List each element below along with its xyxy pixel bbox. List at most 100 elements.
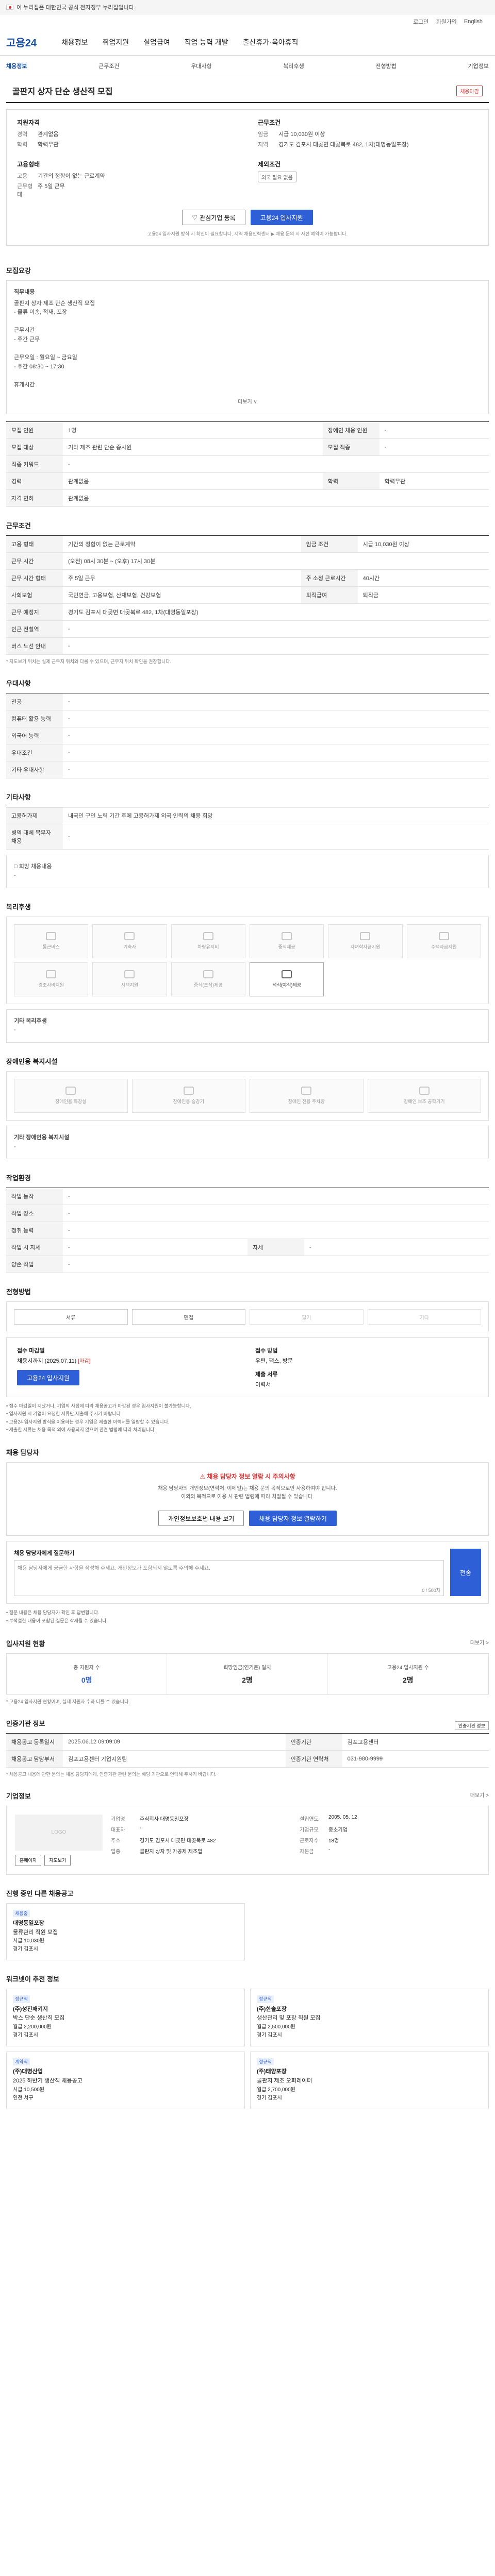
method-title: 접수 방법 xyxy=(255,1348,278,1354)
welfare-tile: 자녀학자금지원 xyxy=(328,924,403,958)
nav-item-jobs[interactable]: 채용정보 xyxy=(61,37,88,47)
method-section: 전형방법 서류 면접 필기 기타 접수 마감일 채용시까지 (2025.07.11) … xyxy=(6,1273,489,1434)
contact-section-title: 채용 담당자 xyxy=(6,1449,39,1457)
table-row: 컴퓨터 활용 능력 - xyxy=(6,710,489,727)
method-item: 필기 xyxy=(250,1309,364,1325)
table-value: - xyxy=(63,710,489,727)
company-size-value: 중소기업 xyxy=(328,1827,348,1833)
more-button[interactable]: 더보기 ∨ xyxy=(14,398,481,406)
job-card[interactable]: 계약직 (주)대명산업 2025 하반기 생산직 채용공고 시급 10,500원 인천 … xyxy=(6,2052,245,2109)
job-title[interactable]: 박스 단순 생산직 모집 xyxy=(13,2014,238,2023)
table-value: 관계없음 xyxy=(63,489,489,507)
company-addr-value: 경기도 김포시 대곶면 대곶북로 482 xyxy=(140,1838,216,1844)
job-title[interactable]: 물류관리 직원 모집 xyxy=(13,1928,238,1938)
table-key: 청취 능력 xyxy=(6,1222,63,1240)
table-row: 양손 작업 - xyxy=(6,1256,489,1274)
job-desc-line: 근무요일 : 월요일 ~ 금요일 xyxy=(14,354,77,361)
stats-more-link[interactable]: 더보기 > xyxy=(470,1638,489,1653)
apply-button-2[interactable]: 고용24 입사지원 xyxy=(17,1370,79,1386)
method-item: 서류 xyxy=(14,1309,128,1325)
view-contact-button[interactable]: 채용 담당자 정보 열람하기 xyxy=(249,1511,337,1527)
job-card[interactable]: 채용중 대명동일포장 물류관리 직원 모집 시급 10,030원 경기 김포시 xyxy=(6,1903,245,1961)
nav-item-support[interactable]: 취업지원 xyxy=(103,37,129,47)
table-value: 주 5일 근무 xyxy=(63,569,301,587)
stat-label: 희망임금(연기준) 일치 xyxy=(223,1665,271,1671)
disabled-etc-value: - xyxy=(14,1143,16,1150)
table-value: - xyxy=(63,1239,248,1257)
company-map-button[interactable]: 지도보기 xyxy=(44,1854,71,1866)
tab-preferences[interactable]: 우대사항 xyxy=(191,62,211,70)
job-company: (주)대명산업 xyxy=(13,2069,43,2075)
job-desc-line xyxy=(14,371,481,381)
job-company: (주)한솔포장 xyxy=(257,2006,287,2012)
info-button[interactable]: 인증기관 정보 xyxy=(454,1721,489,1730)
homepage-button[interactable]: 홈페이지 xyxy=(15,1854,42,1866)
job-company: (주)성진패키지 xyxy=(13,2006,48,2012)
inquiry-submit-button[interactable]: 전송 xyxy=(450,1549,481,1597)
disabled-section: 장애인용 복지시설 장애인용 화장실 장애인용 승강기 장애인 전용 주차장 장애인 … xyxy=(6,1043,489,1160)
table-value: 김포고용센터 xyxy=(342,1733,489,1751)
inquiry-textarea[interactable]: 채용 담당자에게 궁금한 사항을 작성해 주세요. 개인정보가 포함되지 않도록… xyxy=(14,1560,444,1597)
table-row: 우대조건 - xyxy=(6,744,489,761)
job-title[interactable]: 생산관리 및 포장 직원 모집 xyxy=(257,2014,482,2023)
table-key: 인증기관 xyxy=(285,1733,342,1751)
facility-label: 장애인용 화장실 xyxy=(55,1099,87,1105)
inquiry-placeholder: 채용 담당자에게 궁금한 사항을 작성해 주세요. 개인정보가 포함되지 않도록… xyxy=(18,1566,210,1572)
reco-list: 정규직 (주)성진패키지 박스 단순 생산직 모집 월급 2,200,000원 경기 김… xyxy=(6,1989,489,2109)
pay-key: 임금 xyxy=(258,131,269,138)
environment-table: 작업 동작 - 작업 장소 - 청취 능력 - 작업 시 자세 - 자세 - 양손 작업 - xyxy=(6,1188,489,1274)
tab-welfare[interactable]: 복리후생 xyxy=(283,62,304,70)
conditions-section: 근무조건 고용 형태 기간의 정함이 없는 근로계약 임금 조건 시급 10,030원… xyxy=(6,507,489,665)
signup-link[interactable]: 회원가입 xyxy=(436,18,456,26)
welfare-tile: 중식(조식)제공 xyxy=(171,962,245,996)
site-logo[interactable]: 고용24 xyxy=(6,35,37,49)
table-key: 채용공고 담당부서 xyxy=(6,1750,63,1768)
tab-conditions[interactable]: 근무조건 xyxy=(98,62,119,70)
company-name-key: 기업명 xyxy=(111,1816,125,1822)
table-value: 경기도 김포시 대곶면 대곶북로 482, 1차(대명동일포장) xyxy=(63,603,489,621)
apply-button[interactable]: 고용24 입사지원 xyxy=(250,210,313,225)
table-row: 버스 노선 안내 - xyxy=(6,637,489,655)
job-area: 경기 김포시 xyxy=(13,2032,38,2039)
tab-recruit[interactable]: 채용정보 xyxy=(6,62,27,70)
job-desc-line: 골판지 상자 제조 단순 생산직 모집 xyxy=(14,300,95,307)
table-value: 시급 10,030원 이상 xyxy=(357,535,489,553)
nav-item-leave[interactable]: 출산휴가·육아휴직 xyxy=(243,37,299,47)
tab-company[interactable]: 기업정보 xyxy=(468,62,488,70)
table-key: 외국어 능력 xyxy=(6,727,63,744)
job-section: 모집요강 직무내용 골판지 상자 제조 단순 생산직 모집 - 물류 이송, 적재… xyxy=(6,252,489,507)
table-value: - xyxy=(379,421,489,439)
table-row: 근무 시간 (오전) 08시 30분 ~ (오후) 17시 30분 xyxy=(6,552,489,570)
language-link[interactable]: English xyxy=(464,19,483,25)
table-row: 근무 예정지 경기도 김포시 대곶면 대곶북로 482, 1차(대명동일포장) xyxy=(6,603,489,621)
welfare-icon xyxy=(124,932,135,941)
job-title[interactable]: 골판지 제조 오퍼레이터 xyxy=(257,2077,482,2086)
nav-item-unemployment[interactable]: 실업급여 xyxy=(143,37,170,47)
login-link[interactable]: 로그인 xyxy=(413,18,428,26)
table-key: 병역 대체 복무자 채용 xyxy=(6,824,63,850)
nav-item-training[interactable]: 직업 능력 개발 xyxy=(185,37,228,47)
job-desc-title: 직무내용 xyxy=(14,289,35,295)
tab-selection[interactable]: 전형방법 xyxy=(375,62,396,70)
job-tag: 정규직 xyxy=(257,2058,274,2066)
table-value: - xyxy=(63,620,489,638)
company-more-link[interactable]: 더보기 > xyxy=(470,1791,489,1806)
job-card[interactable]: 정규직 (주)한솔포장 생산관리 및 포장 직원 모집 월급 2,500,000원 경기… xyxy=(250,1989,489,2047)
job-card[interactable]: 정규직 (주)성진패키지 박스 단순 생산직 모집 월급 2,200,000원 경기 김… xyxy=(6,1989,245,2047)
stat-value: 0명 xyxy=(81,1675,92,1684)
table-value: - xyxy=(63,637,489,655)
job-card[interactable]: 정규직 (주)태양포장 골판지 제조 오퍼레이터 월급 2,700,000원 경기 김포… xyxy=(250,2052,489,2109)
welfare-etc-box: 기타 복리후생 - xyxy=(6,1009,489,1043)
job-area: 인천 서구 xyxy=(13,2095,34,2101)
job-pay: 월급 2,500,000원 xyxy=(257,2024,295,2030)
privacy-law-button[interactable]: 개인정보보호법 내용 보기 xyxy=(158,1511,244,1527)
table-row: 인근 전철역 - xyxy=(6,620,489,638)
job-title[interactable]: 2025 하반기 생산직 채용공고 xyxy=(13,2077,238,2086)
docs-value: 이력서 xyxy=(255,1382,271,1388)
emp-key: 고용 xyxy=(17,173,28,179)
welfare-label: 중식(조식)제공 xyxy=(193,982,223,988)
welfare-tile: 경조사비지원 xyxy=(14,962,89,996)
interest-button[interactable]: ♡ 관심기업 등록 xyxy=(182,210,245,225)
table-key: 퇴직급여 xyxy=(301,586,358,604)
status-badge: 채용마감 xyxy=(456,85,483,96)
